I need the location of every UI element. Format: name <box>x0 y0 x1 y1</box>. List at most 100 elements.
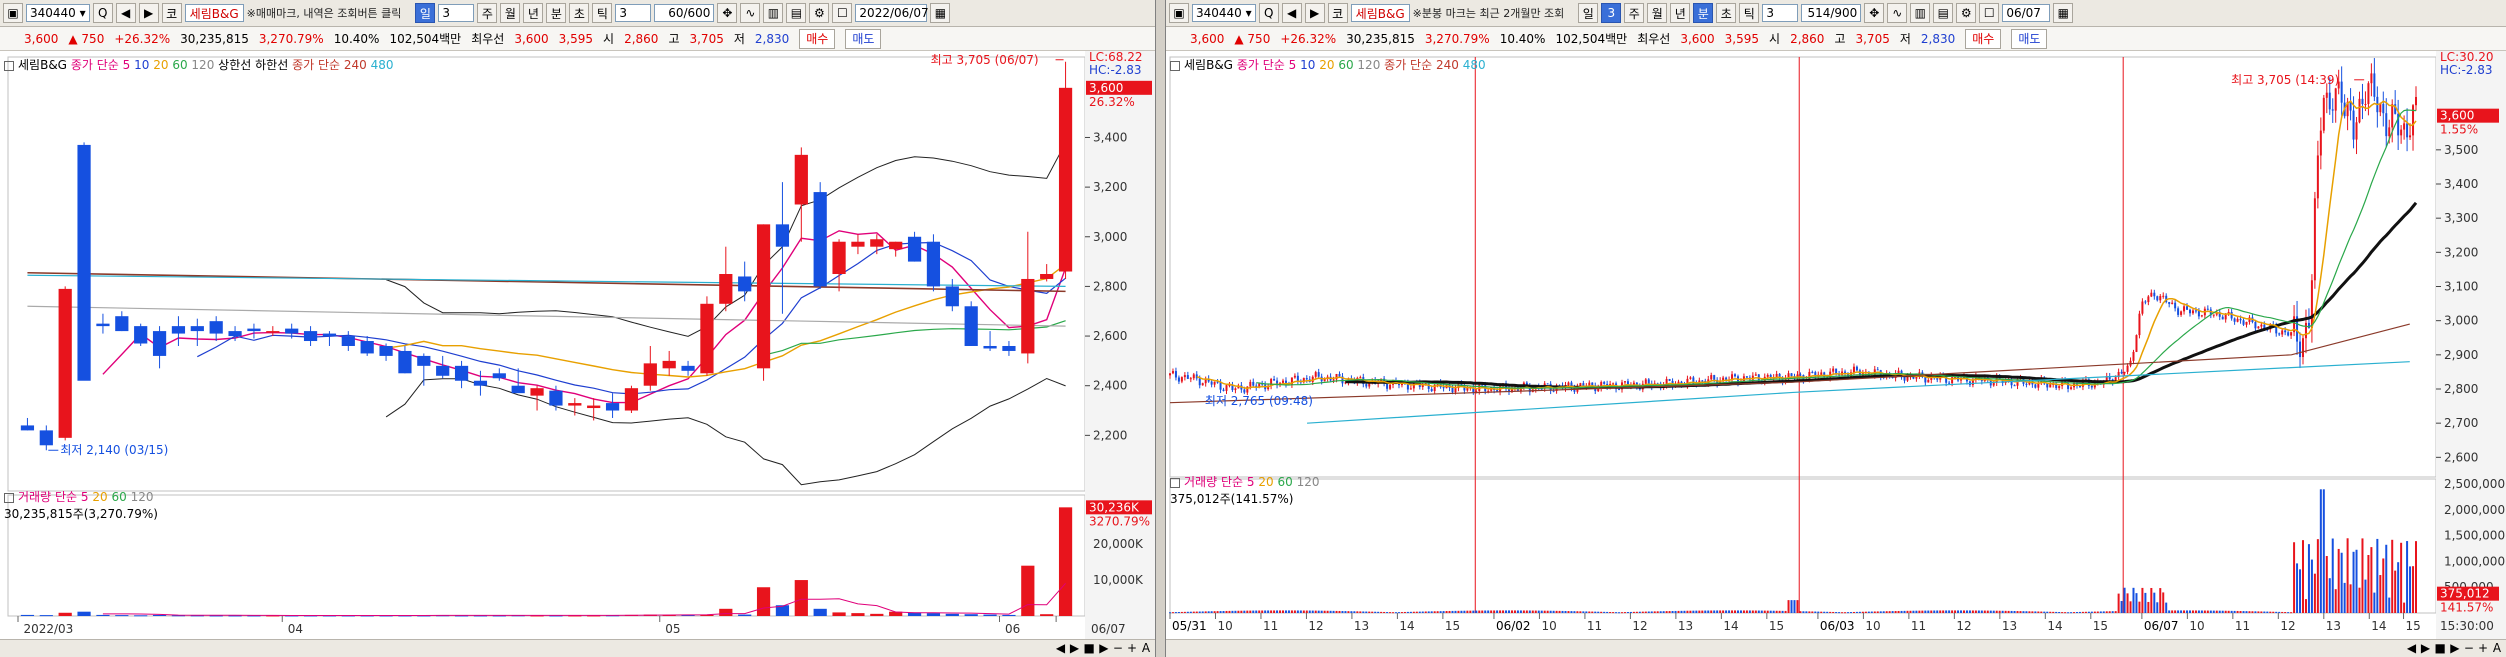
date-input[interactable]: 06/07 <box>2002 4 2051 22</box>
period-tick-button[interactable]: 틱 <box>592 3 613 23</box>
save-icon[interactable]: ▤ <box>1933 3 1954 23</box>
period-week-button[interactable]: 주 <box>477 3 498 23</box>
play-button[interactable]: ▶ <box>2450 641 2460 655</box>
search-icon[interactable]: Q <box>1258 3 1279 23</box>
chart-menu-icon[interactable]: ▣ <box>1169 3 1189 23</box>
period-month-button[interactable]: 월 <box>500 3 521 23</box>
period-year-button[interactable]: 년 <box>523 3 544 23</box>
candle-body <box>2310 280 2313 329</box>
zoom-out-button[interactable]: − <box>2464 641 2474 655</box>
date-input[interactable]: 2022/06/07 <box>855 4 929 22</box>
settings-icon[interactable]: ⚙ <box>1956 3 1977 23</box>
volume-bar <box>1412 611 1415 613</box>
wave-icon[interactable]: ∿ <box>1887 3 1908 23</box>
save-icon[interactable]: ▤ <box>786 3 807 23</box>
calendar-icon[interactable]: ▦ <box>930 3 951 23</box>
volume-bar <box>2340 552 2343 613</box>
crosshair-icon[interactable]: ✥ <box>717 3 738 23</box>
next-stock-icon[interactable]: ▶ <box>138 3 159 23</box>
volume-bar <box>1424 611 1427 613</box>
volume-bar <box>1974 610 1977 613</box>
stock-name[interactable]: 세림B&G <box>1350 4 1410 22</box>
volume-bar <box>2209 610 2212 613</box>
next-stock-icon[interactable]: ▶ <box>1304 3 1325 23</box>
candle-body <box>2370 73 2373 84</box>
play-button[interactable]: ▶ <box>1099 641 1109 655</box>
volume-bar <box>1237 610 1240 613</box>
volume-bar <box>1445 611 1448 613</box>
buy-button[interactable]: 매수 <box>799 28 836 49</box>
chart-type-icon[interactable]: ▥ <box>1910 3 1931 23</box>
settings-icon[interactable]: ⚙ <box>809 3 830 23</box>
volume-bar <box>2400 542 2403 613</box>
volume-bar <box>1689 610 1692 613</box>
zoom-in-button[interactable]: + <box>1127 641 1137 655</box>
volume-bar <box>1879 611 1882 613</box>
count-input[interactable]: 514/900 <box>1801 4 1862 22</box>
zoom-in-button[interactable]: + <box>2478 641 2488 655</box>
candle-body <box>2188 309 2191 314</box>
period-day-button[interactable]: 일 <box>415 3 436 23</box>
period-month-button[interactable]: 월 <box>1647 3 1668 23</box>
font-size-button[interactable]: A <box>1141 641 1151 655</box>
buy-button[interactable]: 매수 <box>1965 28 2002 49</box>
interval-input[interactable]: 3 <box>615 4 652 22</box>
stock-name[interactable]: 세림B&G <box>184 4 244 22</box>
calendar-icon[interactable]: ▦ <box>2053 3 2074 23</box>
period-second-button[interactable]: 초 <box>1716 3 1737 23</box>
toolbar-note: ※매매마크, 내역은 조회버튼 클릭 <box>246 7 402 20</box>
minute-candlestick-chart[interactable]: 2,600 2,700 2,800 2,900 3,000 3,100 3,200 3,300… <box>1166 51 2506 639</box>
stock-code-input[interactable]: 340440 ▾ <box>26 4 90 22</box>
count-input[interactable]: 60/600 <box>654 4 715 22</box>
scroll-right-button[interactable]: ▶ <box>1070 641 1080 655</box>
stop-button[interactable]: ■ <box>1084 641 1095 655</box>
period-number-input[interactable]: 3 <box>1601 3 1622 23</box>
checkbox-icon[interactable]: ☐ <box>1979 3 2000 23</box>
checkbox-icon[interactable]: ☐ <box>832 3 853 23</box>
volume-legend-toggle-icon[interactable] <box>4 492 14 503</box>
scroll-left-button[interactable]: ◀ <box>2407 641 2417 655</box>
scroll-left-button[interactable]: ◀ <box>1056 641 1066 655</box>
period-year-button[interactable]: 년 <box>1670 3 1691 23</box>
prev-stock-icon[interactable]: ◀ <box>1281 3 1302 23</box>
volume-legend-toggle-icon[interactable] <box>1170 477 1180 488</box>
volume-bar <box>1552 610 1555 613</box>
period-tick-button[interactable]: 틱 <box>1739 3 1760 23</box>
volume-bar <box>1998 610 2001 613</box>
candle-body <box>2159 296 2162 301</box>
chart-menu-icon[interactable]: ▣ <box>3 3 23 23</box>
interval-input[interactable]: 3 <box>1762 4 1799 22</box>
volume-bar <box>756 587 771 616</box>
stop-button[interactable]: ■ <box>2435 641 2446 655</box>
candle-body <box>2049 384 2052 388</box>
period-week-button[interactable]: 주 <box>1624 3 1645 23</box>
sell-button[interactable]: 매도 <box>845 28 882 49</box>
daily-candlestick-chart[interactable]: 2,200 2,400 2,600 2,800 3,000 3,200 3,400 3,600… <box>0 51 1155 639</box>
volume-bar <box>1835 612 1838 614</box>
chart-type-icon[interactable]: ▥ <box>763 3 784 23</box>
candle-body <box>1734 374 1737 377</box>
stock-code-input[interactable]: 340440 ▾ <box>1192 4 1256 22</box>
prev-stock-icon[interactable]: ◀ <box>115 3 136 23</box>
period-number-input[interactable]: 3 <box>438 4 475 22</box>
zoom-out-button[interactable]: − <box>1113 641 1123 655</box>
legend-toggle-icon[interactable] <box>1170 60 1180 71</box>
search-icon[interactable]: Q <box>92 3 113 23</box>
legend-toggle-icon[interactable] <box>4 60 14 71</box>
volume-bar <box>2257 611 2260 613</box>
period-minute-button[interactable]: 분 <box>546 3 567 23</box>
volume-bar <box>1335 610 1338 613</box>
volume-bar <box>2111 611 2114 613</box>
period-second-button[interactable]: 초 <box>569 3 590 23</box>
period-minute-button[interactable]: 분 <box>1693 3 1714 23</box>
sell-button[interactable]: 매도 <box>2011 28 2048 49</box>
scroll-right-button[interactable]: ▶ <box>2421 641 2431 655</box>
wave-icon[interactable]: ∿ <box>740 3 761 23</box>
font-size-button[interactable]: A <box>2492 641 2502 655</box>
crosshair-icon[interactable]: ✥ <box>1864 3 1885 23</box>
candle-body <box>1647 379 1650 384</box>
panel-divider[interactable] <box>1155 0 1166 657</box>
volume-bar <box>1231 610 1234 613</box>
candle-body <box>2132 351 2135 361</box>
period-day-button[interactable]: 일 <box>1578 3 1599 23</box>
